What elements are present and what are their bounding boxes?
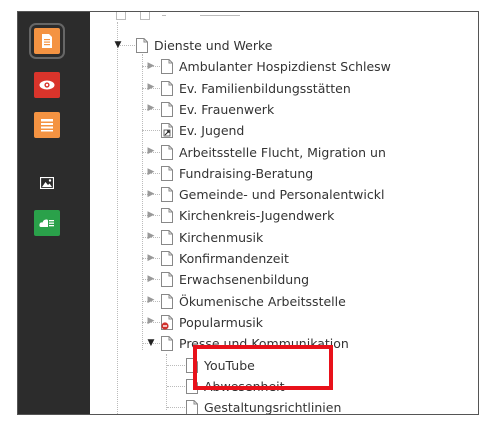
- tree-row[interactable]: ▶ Konfirmandenzeit: [90, 248, 478, 269]
- list-module-button[interactable]: [34, 112, 60, 138]
- tree-row-label: Ev. Jugend: [179, 123, 245, 139]
- caret-right-icon[interactable]: ▶: [146, 317, 156, 327]
- tree-row-label: Dienste und Werke: [154, 38, 273, 53]
- tree-row-label: Gestaltungsrichtlinien: [204, 400, 342, 414]
- tree-row-label: Gemeinde- und Personalentwickl: [179, 187, 385, 203]
- app-window: ▼ Dienste und Werke ▶ Ambulanter Hospizdien…: [17, 11, 479, 415]
- page-module-icon: [42, 34, 52, 48]
- tree-connector: [167, 364, 185, 366]
- page-icon[interactable]: [136, 38, 148, 53]
- tree-row-label: Ökumenische Arbeitsstelle: [179, 293, 346, 309]
- tree-row[interactable]: ▶ Popularmusik: [90, 312, 478, 333]
- tree-row[interactable]: ▶ Arbeitsstelle Flucht, Migration un: [90, 142, 478, 163]
- media-module-button[interactable]: [34, 170, 60, 196]
- caret-right-icon[interactable]: ▶: [146, 253, 156, 263]
- tree-connector: [167, 385, 185, 387]
- tree-row-label: Ev. Frauenwerk: [179, 101, 275, 117]
- page-icon[interactable]: [161, 208, 173, 224]
- page-icon[interactable]: [161, 80, 173, 96]
- caret-right-icon[interactable]: ▶: [146, 61, 156, 71]
- tree-row[interactable]: ▶ Ev. Frauenwerk: [90, 99, 478, 120]
- tree-connector: [142, 130, 160, 132]
- tree-row-label: Kirchenmusik: [179, 229, 264, 245]
- image-icon: [40, 177, 54, 189]
- page-icon[interactable]: [161, 336, 173, 352]
- page-icon[interactable]: [161, 187, 173, 203]
- shortcut-page-icon[interactable]: [161, 123, 173, 139]
- tree-row[interactable]: ▼ Dienste und Werke: [90, 35, 478, 56]
- caret-right-icon[interactable]: ▶: [146, 274, 156, 284]
- tree-row-label: Konfirmandenzeit: [179, 251, 289, 266]
- caret-right-icon[interactable]: ▶: [146, 147, 156, 157]
- caret-right-icon[interactable]: ▶: [146, 210, 156, 220]
- page-icon[interactable]: [161, 101, 173, 117]
- eye-icon: [39, 80, 55, 90]
- tree-row[interactable]: ▶ Gemeinde- und Personalentwickl: [90, 184, 478, 205]
- tree-toolbar-strip: [110, 12, 240, 22]
- list-icon: [41, 119, 53, 132]
- tree-row[interactable]: ▶ Kirchenkreis-Jugendwerk: [90, 205, 478, 226]
- caret-down-icon[interactable]: ▼: [113, 40, 123, 50]
- caret-right-icon[interactable]: ▶: [146, 104, 156, 114]
- page-module-button[interactable]: [29, 23, 65, 59]
- tree-row[interactable]: ▶ Ökumenische Arbeitsstelle: [90, 291, 478, 312]
- tree-row[interactable]: Gestaltungsrichtlinien: [90, 397, 478, 414]
- forms-module-button[interactable]: [34, 210, 60, 236]
- view-module-button[interactable]: [34, 72, 60, 98]
- caret-down-icon[interactable]: ▼: [146, 338, 156, 348]
- page-icon[interactable]: [161, 144, 173, 160]
- tree-row-label: Ambulanter Hospizdienst Schlesw: [179, 59, 391, 75]
- tree-row-label: Popularmusik: [179, 314, 263, 330]
- tree-row[interactable]: ▶ Ev. Familienbildungsstätten: [90, 78, 478, 99]
- page-icon[interactable]: [161, 59, 173, 75]
- page-icon[interactable]: [161, 229, 173, 245]
- caret-right-icon[interactable]: ▶: [146, 189, 156, 199]
- caret-right-icon[interactable]: ▶: [146, 168, 156, 178]
- tree-row[interactable]: ▶ Erwachsenenbildung: [90, 269, 478, 290]
- highlight-box: [193, 345, 333, 390]
- page-icon[interactable]: [161, 293, 173, 309]
- tree-row[interactable]: ▶ Fundraising-Beratung: [90, 163, 478, 184]
- restricted-page-icon[interactable]: [161, 314, 173, 330]
- page-tree: ▼ Dienste und Werke ▶ Ambulanter Hospizdien…: [90, 12, 478, 414]
- page-icon[interactable]: [161, 251, 173, 266]
- tree-row-label: Arbeitsstelle Flucht, Migration un: [179, 144, 386, 160]
- caret-right-icon[interactable]: ▶: [146, 83, 156, 93]
- tree-row-label: Erwachsenenbildung: [179, 272, 310, 288]
- tree-row[interactable]: Ev. Jugend: [90, 120, 478, 141]
- tree-row[interactable]: ▶ Kirchenmusik: [90, 227, 478, 248]
- page-icon[interactable]: [161, 272, 173, 288]
- tree-row-label: Ev. Familienbildungsstätten: [179, 80, 351, 96]
- page-icon[interactable]: [161, 165, 173, 181]
- tree-row-label: Kirchenkreis-Jugendwerk: [179, 208, 335, 224]
- tree-connector: [167, 407, 185, 409]
- caret-right-icon[interactable]: ▶: [146, 296, 156, 306]
- page-icon[interactable]: [186, 400, 198, 414]
- caret-right-icon[interactable]: ▶: [146, 232, 156, 242]
- tree-row[interactable]: ▶ Ambulanter Hospizdienst Schlesw: [90, 56, 478, 77]
- tree-row-label: Fundraising-Beratung: [179, 165, 314, 181]
- cloud-list-icon: [39, 219, 54, 227]
- module-sidebar: [18, 12, 90, 414]
